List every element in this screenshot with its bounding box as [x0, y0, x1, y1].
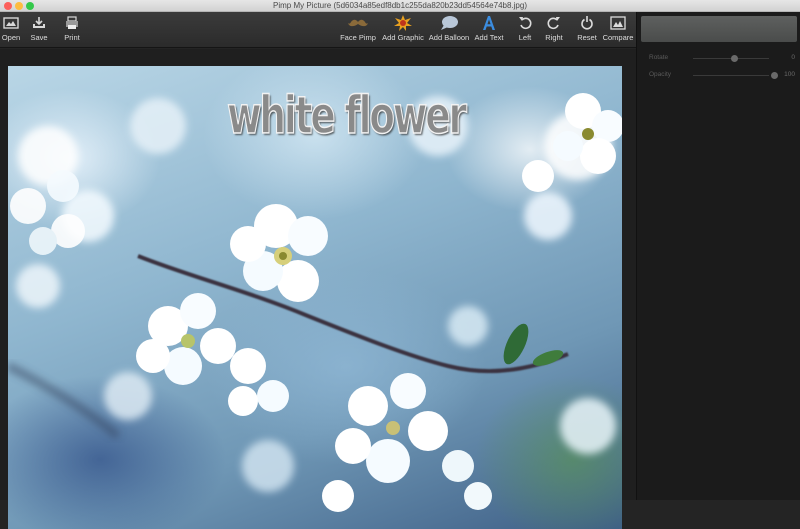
face-pimp-button[interactable]: Face Pimp — [338, 14, 378, 46]
add-text-label: Add Text — [474, 33, 504, 42]
speech-balloon-icon — [439, 14, 459, 32]
add-balloon-label: Add Balloon — [428, 33, 470, 42]
overlay-text-layer[interactable]: white flower — [226, 85, 467, 147]
starburst-icon — [393, 14, 413, 32]
print-label: Print — [64, 33, 80, 42]
open-button[interactable]: Open — [0, 14, 22, 46]
face-pimp-label: Face Pimp — [340, 33, 376, 42]
save-button[interactable]: Save — [28, 14, 50, 46]
save-icon — [29, 14, 49, 32]
add-graphic-label: Add Graphic — [382, 33, 424, 42]
rotate-left-button[interactable]: Left — [514, 14, 536, 46]
rotate-row: Rotate 0 — [649, 54, 795, 64]
window-titlebar: Pimp My Picture (5d6034a85edf8db1c255da8… — [0, 0, 800, 12]
opacity-row: Opacity 100 — [649, 71, 795, 81]
window-title: Pimp My Picture (5d6034a85edf8db1c255da8… — [273, 1, 527, 10]
compare-icon — [608, 14, 628, 32]
main-toolbar: Open Save Print Face Pimp Add Graphic Ad… — [0, 12, 636, 48]
opacity-label: Opacity — [649, 71, 672, 78]
compare-button[interactable]: Compare — [601, 14, 635, 46]
canvas-area: white flower — [0, 49, 636, 529]
save-label: Save — [30, 33, 48, 42]
compare-label: Compare — [602, 33, 634, 42]
rotate-value: 0 — [791, 54, 795, 61]
rotate-right-label: Right — [545, 33, 563, 42]
photo-canvas[interactable]: white flower — [8, 66, 622, 529]
rotate-right-button[interactable]: Right — [542, 14, 566, 46]
opacity-slider-knob[interactable] — [771, 72, 778, 79]
text-a-icon — [479, 14, 499, 32]
reset-button[interactable]: Reset — [575, 14, 599, 46]
rotate-slider-knob[interactable] — [731, 55, 738, 62]
open-label: Open — [1, 33, 21, 42]
opacity-slider[interactable] — [693, 75, 769, 76]
reset-label: Reset — [577, 33, 597, 42]
add-text-button[interactable]: Add Text — [472, 14, 506, 46]
reset-icon — [577, 14, 597, 32]
print-icon — [62, 14, 82, 32]
rotate-left-icon — [515, 14, 535, 32]
add-balloon-button[interactable]: Add Balloon — [428, 14, 470, 46]
mustache-icon — [348, 14, 368, 32]
rotate-label: Rotate — [649, 54, 669, 61]
rotate-right-icon — [544, 14, 564, 32]
properties-panel: Rotate 0 Opacity 100 — [636, 12, 800, 500]
layer-preview[interactable] — [641, 16, 797, 42]
print-button[interactable]: Print — [60, 14, 84, 46]
open-icon — [1, 14, 21, 32]
add-graphic-button[interactable]: Add Graphic — [381, 14, 425, 46]
rotate-left-label: Left — [518, 33, 532, 42]
opacity-value: 100 — [784, 71, 795, 78]
